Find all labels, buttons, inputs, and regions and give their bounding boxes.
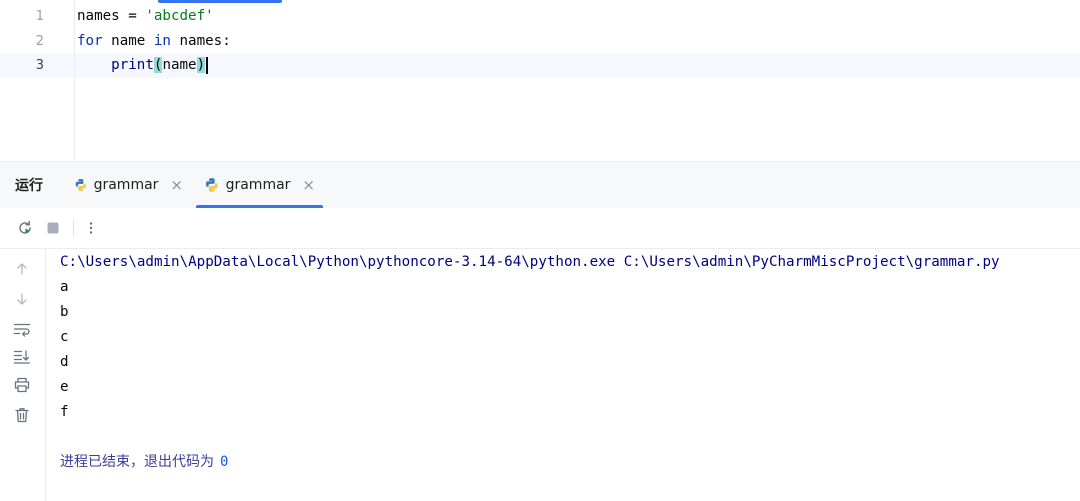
toolbar-separator — [73, 220, 74, 236]
code-token: for — [77, 33, 103, 49]
code-line-2[interactable]: for name in names: — [77, 29, 231, 54]
code-token: names = — [77, 8, 146, 24]
more-vertical-icon — [89, 222, 93, 234]
code-line-1[interactable]: names = 'abcdef' — [77, 4, 214, 29]
code-token: print — [111, 57, 154, 73]
code-line-3[interactable]: print(name) — [77, 53, 209, 78]
python-icon — [75, 179, 86, 191]
print-button[interactable] — [10, 373, 34, 397]
code-token: name — [102, 33, 154, 49]
stop-button[interactable] — [41, 216, 65, 240]
code-token: names: — [170, 33, 231, 49]
previous-occurrence-button[interactable] — [10, 257, 34, 281]
arrow-down-icon — [17, 293, 27, 305]
soft-wrap-icon — [13, 323, 31, 337]
console-output-line: b — [60, 304, 69, 320]
code-token: name — [162, 57, 197, 73]
exit-code: 0 — [220, 454, 229, 470]
code-token: ) — [196, 57, 206, 73]
run-window-title: 运行 — [15, 178, 43, 194]
python-icon — [205, 178, 218, 192]
line-number-gutter[interactable]: 1 2 3 — [0, 0, 75, 160]
line-number: 2 — [35, 34, 44, 49]
line-number-current: 3 — [35, 58, 44, 73]
run-tab-bar: 运行 grammar × grammar × — [0, 162, 1080, 208]
console-output-line: a — [60, 279, 69, 295]
console-command-line: C:\Users\admin\AppData\Local\Python\pyth… — [60, 254, 1000, 270]
code-token: in — [153, 33, 171, 49]
next-occurrence-button[interactable] — [10, 287, 34, 311]
code-token: 'abcdef' — [145, 8, 214, 24]
close-icon[interactable]: × — [170, 176, 183, 194]
exit-message-text: 进程已结束，退出代码为 — [60, 454, 214, 470]
more-options-button[interactable] — [79, 216, 103, 240]
editor-tab-indicator — [158, 0, 282, 3]
arrow-up-icon — [17, 263, 27, 275]
console-output-line: e — [60, 379, 69, 395]
console-output-line: f — [60, 404, 69, 420]
rerun-icon — [19, 220, 31, 234]
scroll-to-end-button[interactable] — [10, 345, 34, 369]
run-toolbar — [0, 208, 1080, 249]
run-tab-label: grammar — [225, 177, 291, 193]
print-icon — [14, 377, 30, 393]
process-exit-message: 进程已结束，退出代码为 0 — [60, 450, 228, 475]
run-tab-grammar-2[interactable]: grammar × — [196, 162, 323, 208]
close-icon[interactable]: × — [302, 176, 315, 194]
console-output-line: c — [60, 329, 69, 345]
code-editor[interactable]: 1 2 3 names = 'abcdef' for name in names… — [0, 0, 1080, 160]
line-number: 1 — [35, 9, 44, 24]
text-caret — [206, 56, 209, 74]
stop-icon — [47, 222, 59, 234]
console-side-toolbar — [0, 249, 46, 501]
run-tool-window: 运行 grammar × grammar × C:\Users\admin\Ap… — [0, 161, 1080, 501]
rerun-button[interactable] — [13, 216, 37, 240]
console-output-line: d — [60, 354, 69, 370]
run-tab-label: grammar — [93, 177, 159, 193]
console-output[interactable]: C:\Users\admin\AppData\Local\Python\pyth… — [60, 249, 1075, 501]
run-tab-grammar-1[interactable]: grammar × — [66, 162, 191, 208]
clear-all-button[interactable] — [10, 403, 34, 427]
trash-icon — [15, 408, 29, 423]
scroll-to-end-icon — [13, 350, 31, 364]
soft-wrap-button[interactable] — [10, 317, 34, 341]
